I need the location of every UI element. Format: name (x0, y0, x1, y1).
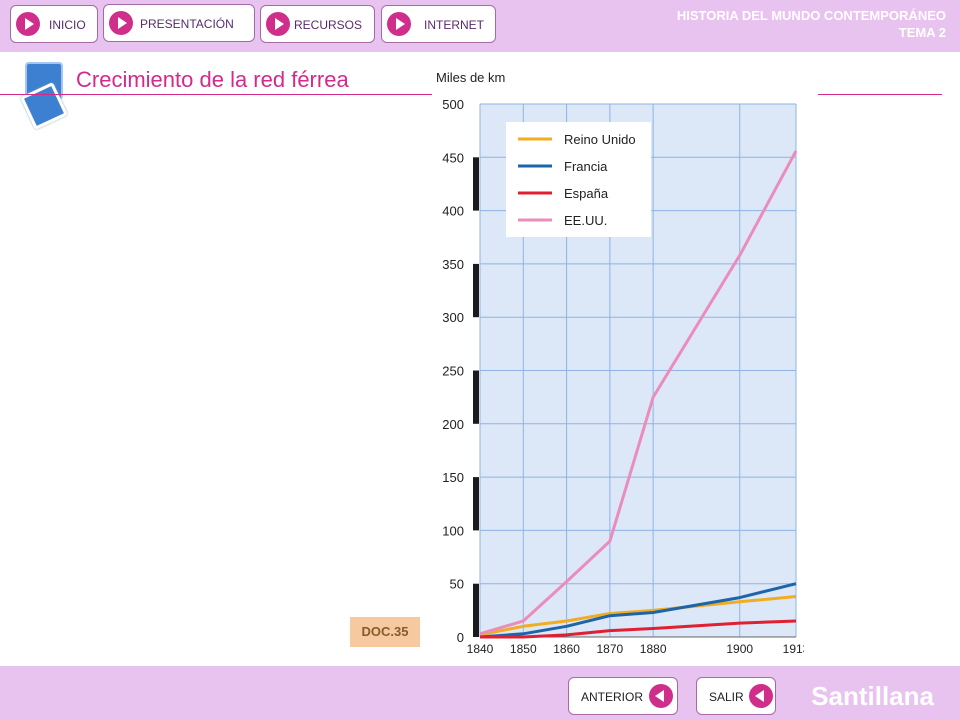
play-icon (16, 12, 40, 36)
y-tick-label: 150 (442, 470, 464, 485)
anterior-button[interactable]: ANTERIOR (568, 677, 678, 715)
legend-label: Reino Unido (564, 132, 636, 147)
nav-inicio-button[interactable]: INICIO (10, 5, 98, 43)
legend-label: EE.UU. (564, 213, 607, 228)
y-axis-band (473, 477, 479, 531)
y-tick-label: 100 (442, 523, 464, 538)
y-tick-label: 400 (442, 204, 464, 219)
y-tick-label: 450 (442, 150, 464, 165)
x-tick-label: 1870 (597, 642, 624, 656)
salir-label: SALIR (709, 690, 744, 704)
y-tick-label: 350 (442, 257, 464, 272)
y-axis-title: Miles de km (436, 70, 505, 85)
y-tick-label: 500 (442, 97, 464, 112)
x-tick-label: 1900 (726, 642, 753, 656)
legend-label: España (564, 186, 609, 201)
play-icon (266, 12, 290, 36)
header-subject: HISTORIA DEL MUNDO CONTEMPORÁNEO TEMA 2 (586, 7, 946, 41)
legend-label: Francia (564, 159, 608, 174)
x-tick-label: 1840 (467, 642, 494, 656)
y-tick-label: 50 (450, 577, 464, 592)
nav-presentacion-label: PRESENTACIÓN (140, 17, 234, 31)
document-number-badge: DOC.35 (350, 617, 420, 647)
y-tick-label: 0 (457, 630, 464, 645)
y-axis-band (473, 157, 479, 211)
play-icon (109, 11, 133, 35)
y-axis-band (473, 370, 479, 424)
y-tick-label: 200 (442, 417, 464, 432)
unit-title: TEMA 2 (898, 25, 946, 40)
nav-inicio-label: INICIO (49, 18, 86, 32)
nav-presentacion-button[interactable]: PRESENTACIÓN (103, 4, 255, 42)
brand-logo-text: Santillana (811, 681, 934, 711)
y-axis-band (473, 263, 479, 318)
play-icon (387, 12, 411, 36)
x-tick-label: 1880 (640, 642, 667, 656)
y-axis-band (473, 583, 479, 637)
y-tick-label: 300 (442, 310, 464, 325)
page-title: Crecimiento de la red férrea (76, 67, 349, 92)
back-arrow-icon (749, 684, 773, 708)
x-tick-label: 1913 (783, 642, 804, 656)
y-tick-label: 250 (442, 364, 464, 379)
title-underline-left (0, 94, 432, 95)
railway-growth-chart: 0 50 100 150 200 250 300 350 400 450 500 1840 1850 18… (436, 70, 804, 656)
anterior-label: ANTERIOR (581, 690, 644, 704)
x-tick-label: 1850 (510, 642, 537, 656)
nav-internet-button[interactable]: INTERNET (381, 5, 496, 43)
nav-recursos-button[interactable]: RECURSOS (260, 5, 375, 43)
nav-internet-label: INTERNET (424, 18, 484, 32)
nav-recursos-label: RECURSOS (294, 18, 363, 32)
title-underline-right (818, 94, 942, 95)
salir-button[interactable]: SALIR (696, 677, 776, 715)
subject-title: HISTORIA DEL MUNDO CONTEMPORÁNEO (676, 8, 946, 23)
x-tick-label: 1860 (553, 642, 580, 656)
back-arrow-icon (649, 684, 673, 708)
